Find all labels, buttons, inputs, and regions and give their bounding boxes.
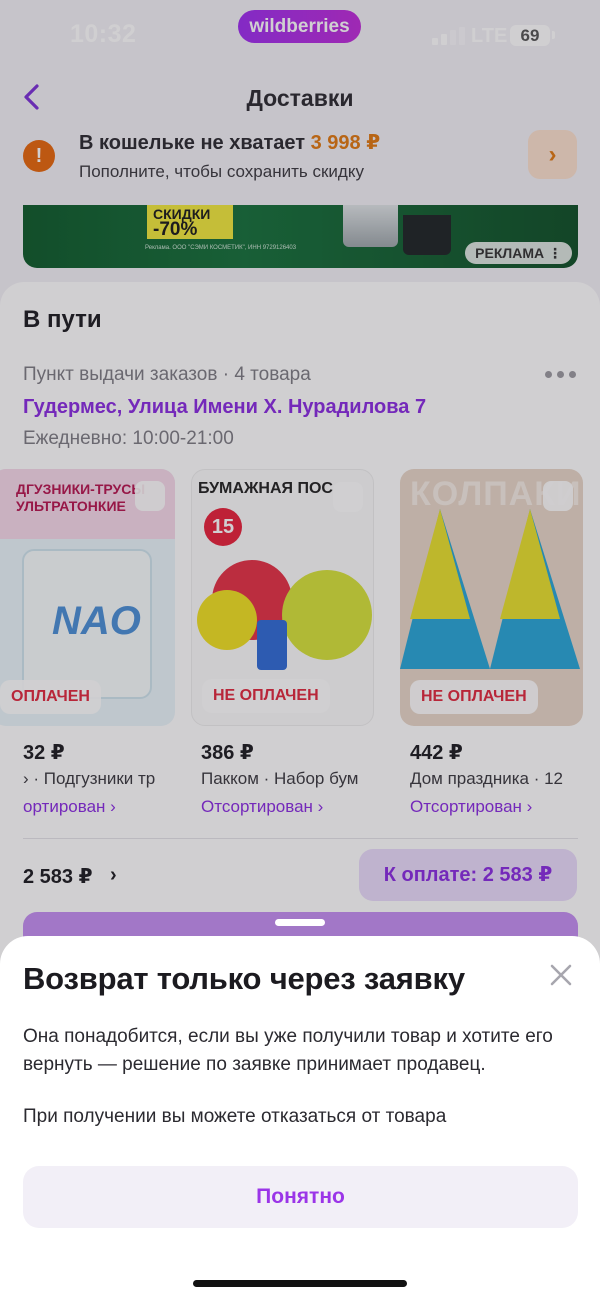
signal-icon: [432, 27, 465, 45]
product-price: 32 ₽: [23, 742, 65, 764]
warning-icon: !: [23, 140, 55, 172]
product-price: 386 ₽: [201, 742, 254, 764]
wallet-alert[interactable]: ! В кошельке не хватает 3 998 ₽ Пополнит…: [0, 128, 600, 190]
party-hats-image: [400, 509, 580, 669]
delivery-card: В пути Пункт выдачи заказов · 4 товара Г…: [0, 282, 600, 982]
product-card[interactable]: БУМАЖНАЯ ПОС 15 НЕ ОПЛАЧЕН: [191, 469, 384, 726]
product-count-badge: 15: [204, 508, 242, 546]
network-type: LTE: [471, 25, 508, 47]
payment-status-badge: ОПЛАЧЕН: [0, 680, 101, 714]
sheet-description: Она понадобится, если вы уже получили то…: [23, 1026, 553, 1075]
product-status-link[interactable]: ортирован ›: [23, 797, 116, 817]
banner-sale-badge: СКИДКИ -70%: [147, 205, 233, 239]
close-icon[interactable]: [546, 960, 576, 990]
nav-bar: Доставки: [0, 70, 600, 128]
order-total[interactable]: 2 583 ₽: [23, 864, 93, 889]
product-name: Пакком · Набор бум: [201, 769, 359, 788]
banner-sale-value: -70%: [153, 219, 198, 240]
cups: [257, 620, 287, 670]
pickup-info: Пункт выдачи заказов · 4 товара: [23, 364, 311, 385]
home-indicator: [193, 1280, 407, 1287]
sheet-note: При получении вы можете отказаться от то…: [23, 1106, 447, 1127]
ad-label-text: РЕКЛАМА: [475, 245, 545, 261]
product-name: › · Подгузники тр: [23, 769, 156, 788]
clock: 10:32: [70, 20, 137, 48]
product-image: КОЛПАКИ НЕ ОПЛАЧЕН: [400, 469, 583, 726]
return-box-icon: [543, 481, 573, 511]
banner-product-image: [403, 215, 451, 255]
wallet-alert-prefix: В кошельке не хватает: [79, 132, 311, 154]
product-status-link[interactable]: Отсортирован ›: [410, 797, 532, 817]
pay-button[interactable]: К оплате: 2 583 ₽: [359, 849, 577, 901]
wallet-alert-subtitle: Пополните, чтобы сохранить скидку: [79, 162, 364, 181]
banner-legal-text: Реклама. ООО "СЭМИ КОСМЕТИК", ИНН 972912…: [145, 245, 297, 251]
return-box-icon: [333, 482, 363, 512]
return-info-sheet: Возврат только через заявку Она понадоби…: [0, 936, 600, 1297]
wallet-alert-title: В кошельке не хватает 3 998 ₽: [79, 130, 380, 155]
product-name: Дом праздника · 12: [410, 769, 563, 788]
plate-yellow-2: [197, 590, 257, 650]
brand-logo: wildberries: [238, 10, 361, 43]
payment-status-badge: НЕ ОПЛАЧЕН: [410, 680, 538, 714]
battery-nub: [552, 31, 555, 39]
product-image: ДГУЗНИКИ-ТРУСЫ УЛЬТРАТОНКИЕ NAO ОПЛАЧЕН: [0, 469, 175, 726]
banner-product-image: [343, 205, 398, 247]
sheet-title: Возврат только через заявку: [23, 961, 465, 996]
payment-status-badge: НЕ ОПЛАЧЕН: [202, 679, 330, 713]
product-image: БУМАЖНАЯ ПОС 15 НЕ ОПЛАЧЕН: [191, 469, 374, 726]
understood-button[interactable]: Понятно: [23, 1166, 578, 1228]
battery-icon: 69: [510, 25, 550, 46]
chevron-right-icon[interactable]: ›: [110, 864, 117, 887]
section-title: В пути: [23, 306, 102, 333]
status-bar: 10:32 wildberries LTE 69: [0, 0, 600, 70]
sheet-grabber[interactable]: [275, 919, 325, 926]
chevron-right-icon[interactable]: ›: [528, 130, 577, 179]
product-carousel[interactable]: ДГУЗНИКИ-ТРУСЫ УЛЬТРАТОНКИЕ NAO ОПЛАЧЕН …: [0, 469, 600, 729]
product-card[interactable]: КОЛПАКИ НЕ ОПЛАЧЕН: [400, 469, 593, 726]
page-title: Доставки: [246, 85, 354, 111]
pickup-hours: Ежедневно: 10:00-21:00: [23, 428, 234, 449]
product-price: 442 ₽: [410, 742, 463, 764]
product-image-text: БУМАЖНАЯ ПОС: [198, 480, 333, 497]
product-status-link[interactable]: Отсортирован ›: [201, 797, 323, 817]
divider: [23, 838, 578, 839]
plate-yellow: [282, 570, 372, 660]
ad-label[interactable]: РЕКЛАМА ⋮: [465, 242, 572, 264]
product-brand-mark: NAO: [52, 599, 141, 643]
product-card[interactable]: ДГУЗНИКИ-ТРУСЫ УЛЬТРАТОНКИЕ NAO ОПЛАЧЕН: [0, 469, 185, 726]
more-options-icon[interactable]: [545, 371, 577, 379]
ad-banner[interactable]: СКИДКИ -70% Реклама. ООО "СЭМИ КОСМЕТИК"…: [23, 205, 578, 268]
wallet-alert-amount: 3 998 ₽: [310, 132, 381, 154]
return-box-icon: [135, 481, 165, 511]
pickup-address[interactable]: Гудермес, Улица Имени Х. Нурадилова 7: [23, 396, 426, 419]
